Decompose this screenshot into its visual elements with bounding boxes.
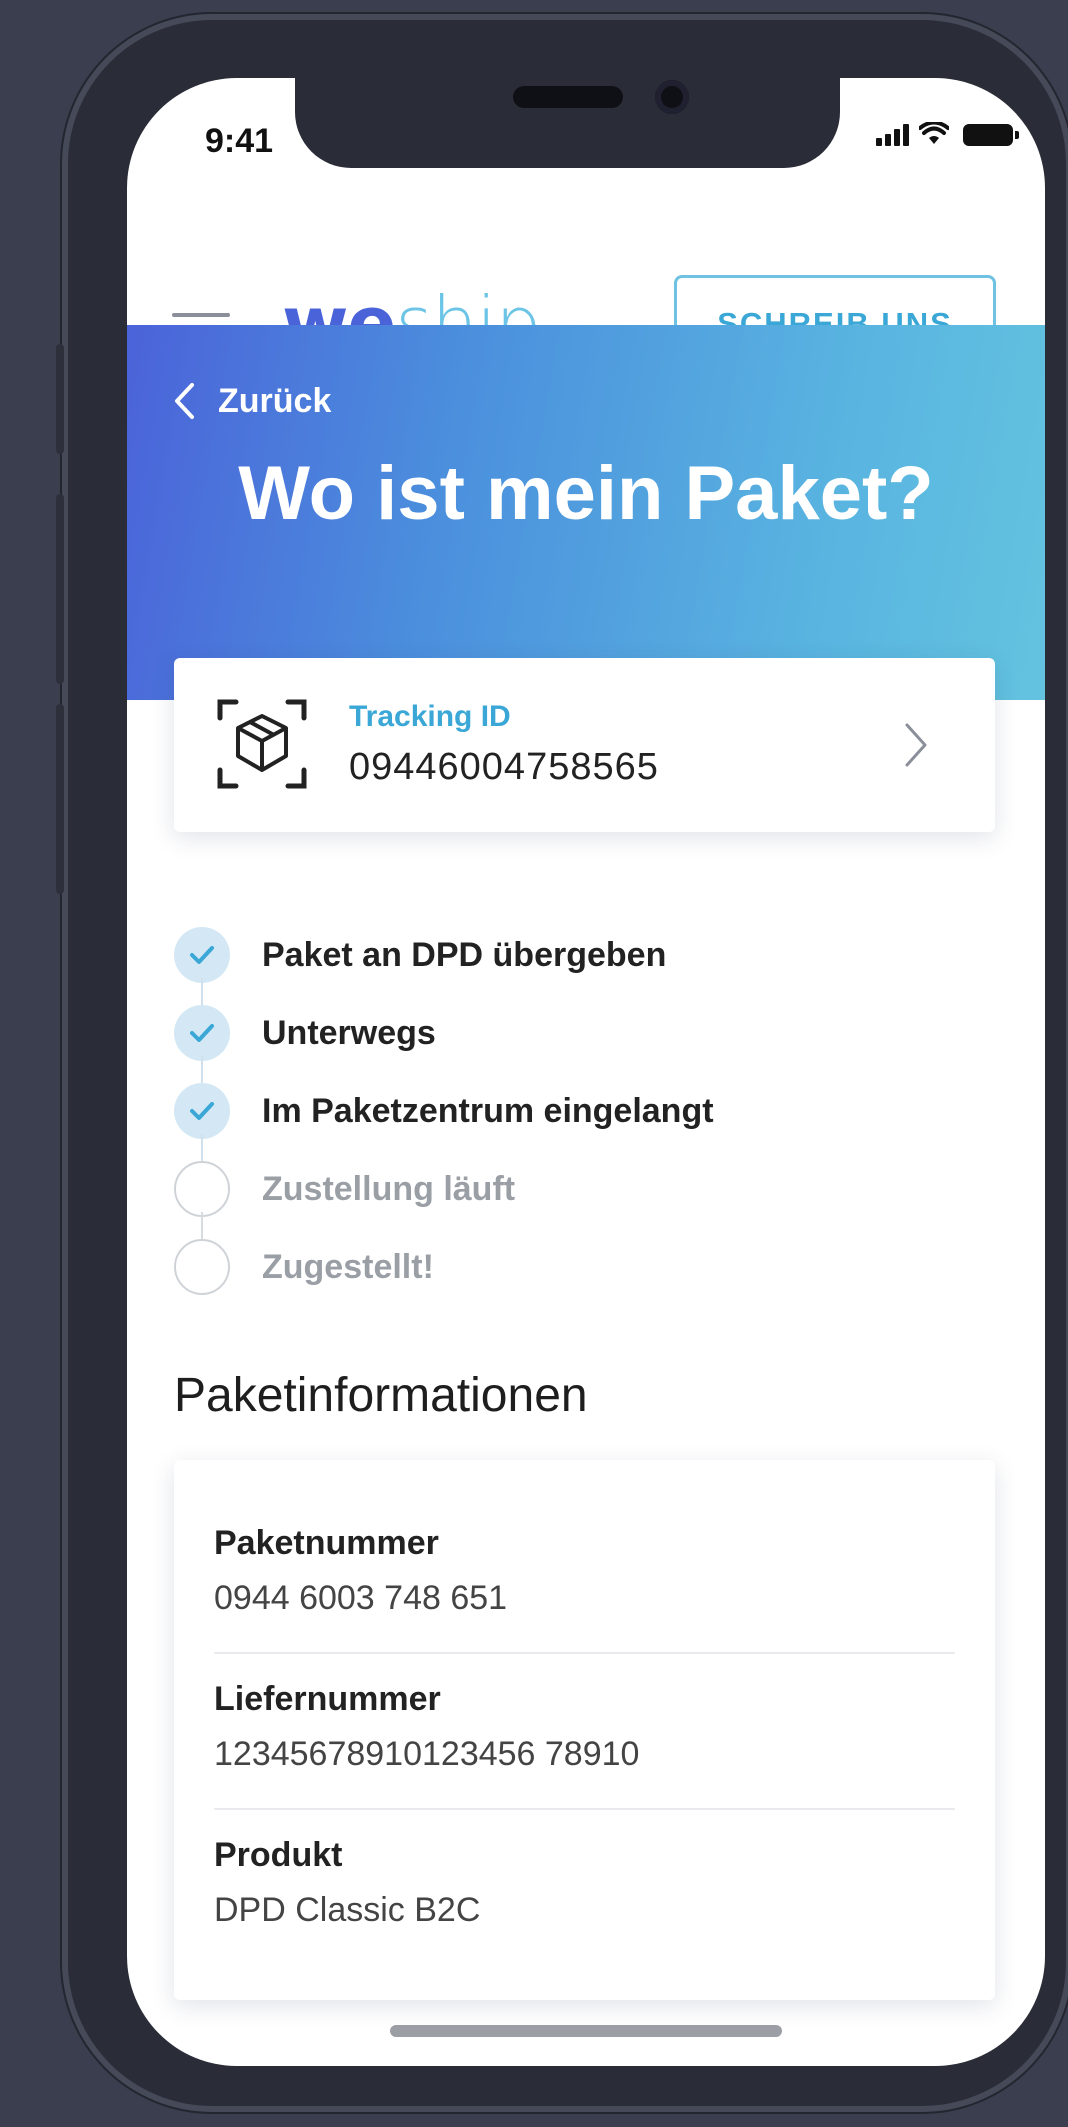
home-indicator[interactable]: [390, 2025, 782, 2037]
step-done-marker: [174, 927, 230, 983]
side-button: [56, 494, 64, 684]
step-pending-marker: [174, 1161, 230, 1217]
back-chevron-icon: [175, 383, 194, 419]
step-label: Im Paketzentrum eingelangt: [262, 1091, 714, 1130]
timeline-step: Zustellung läuft: [174, 1150, 994, 1242]
tracking-id-value: 09446004758565: [349, 746, 659, 788]
info-label: Produkt: [214, 1836, 343, 1874]
info-row-produkt: Produkt DPD Classic B2C: [214, 1836, 955, 1930]
timeline-step: Im Paketzentrum eingelangt: [174, 1072, 994, 1164]
tracking-id-label: Tracking ID: [349, 700, 511, 733]
info-label: Liefernummer: [214, 1680, 441, 1718]
tracking-card[interactable]: Tracking ID 09446004758565: [174, 658, 995, 832]
step-done-marker: [174, 1083, 230, 1139]
section-title: Paketinformationen: [174, 1369, 588, 1422]
camera: [655, 80, 689, 114]
info-label: Paketnummer: [214, 1524, 439, 1562]
tracking-timeline: Paket an DPD übergeben Unterwegs Im Pake…: [174, 916, 994, 1306]
back-label: Zurück: [218, 381, 332, 420]
step-label: Zustellung läuft: [262, 1169, 516, 1208]
check-icon: [190, 1102, 214, 1120]
chevron-right-icon: [905, 723, 927, 767]
package-info-card: Paketnummer 0944 6003 748 651 Liefernumm…: [174, 1460, 995, 2000]
status-time: 9:41: [205, 122, 274, 160]
battery-icon: [963, 124, 1019, 146]
step-done-marker: [174, 1005, 230, 1061]
side-button: [56, 704, 64, 894]
info-value: DPD Classic B2C: [214, 1891, 481, 1929]
speaker: [513, 86, 623, 108]
timeline-step: Zugestellt!: [174, 1228, 994, 1306]
signal-icon: [876, 124, 909, 146]
step-label: Paket an DPD übergeben: [262, 935, 667, 974]
step-label: Zugestellt!: [262, 1247, 434, 1286]
check-icon: [190, 946, 214, 964]
notch: [295, 78, 840, 168]
page-title: Wo ist mein Paket?: [238, 451, 934, 536]
step-pending-marker: [174, 1239, 230, 1295]
divider: [214, 1652, 955, 1654]
info-value: 12345678910123456 78910: [214, 1735, 640, 1773]
info-row-liefernummer: Liefernummer 12345678910123456 78910: [214, 1680, 955, 1774]
package-scan-icon: [217, 699, 307, 789]
wifi-icon: [919, 122, 949, 144]
back-link[interactable]: Zurück: [172, 381, 331, 421]
timeline-step: Unterwegs: [174, 994, 994, 1086]
timeline-step: Paket an DPD übergeben: [174, 916, 994, 1008]
status-icons: [876, 122, 1019, 146]
divider: [214, 1808, 955, 1810]
phone-screen: 9:41 weship SCHREIB UNS Zurück Wo ist me…: [127, 78, 1045, 2066]
info-value: 0944 6003 748 651: [214, 1579, 508, 1617]
info-row-paketnummer: Paketnummer 0944 6003 748 651: [214, 1524, 955, 1618]
check-icon: [190, 1024, 214, 1042]
hero-banner: Zurück Wo ist mein Paket?: [127, 325, 1045, 700]
step-label: Unterwegs: [262, 1013, 436, 1052]
side-button: [56, 344, 64, 454]
